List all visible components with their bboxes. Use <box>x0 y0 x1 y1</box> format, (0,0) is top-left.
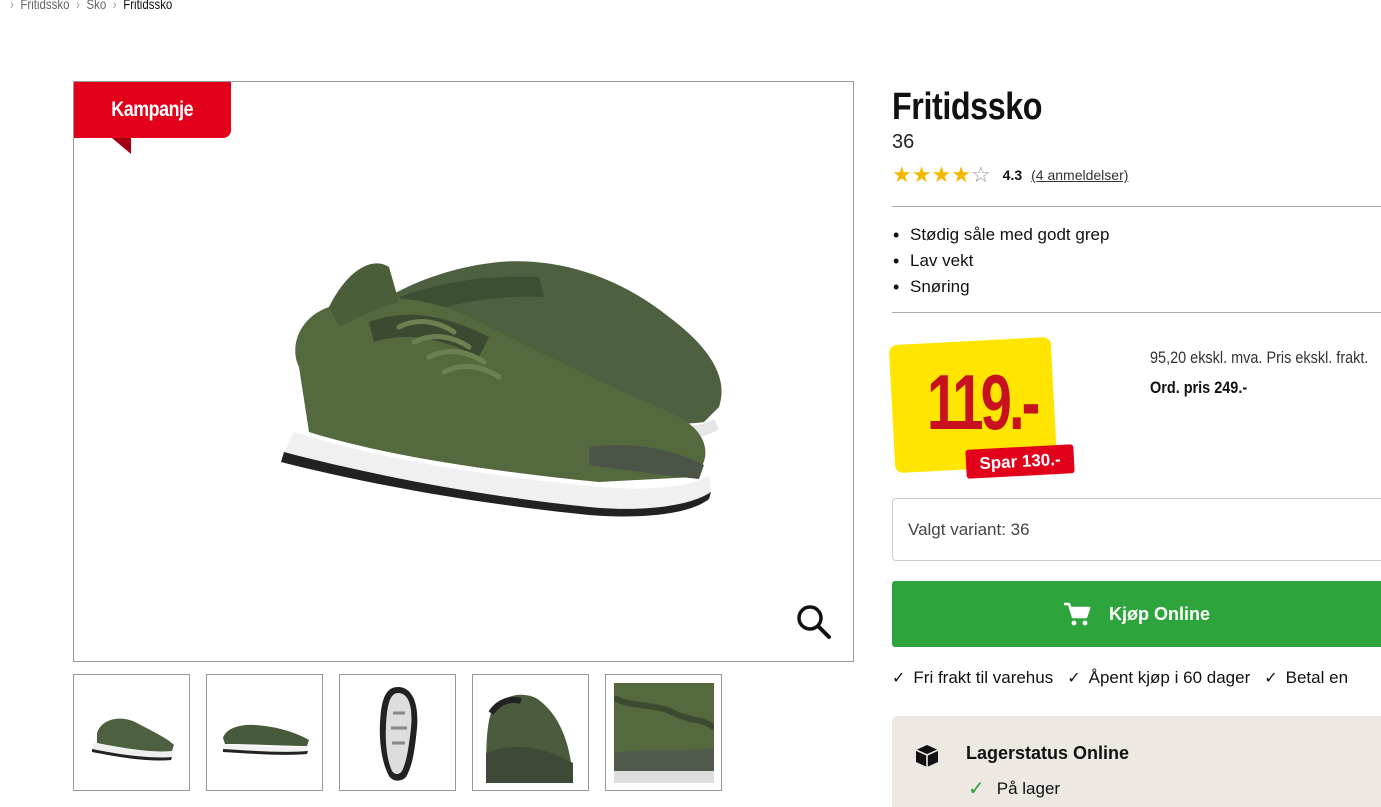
check-icon: ✓ <box>968 778 985 800</box>
check-icon: ✓ <box>892 670 906 687</box>
usp-label: Åpent kjøp i 60 dager <box>1088 668 1251 687</box>
divider <box>892 206 1381 207</box>
search-icon[interactable] <box>795 603 833 641</box>
campaign-badge-tail <box>112 138 131 154</box>
price-current: 119.- <box>927 358 1040 446</box>
buy-online-button[interactable]: Kjøp Online <box>892 581 1381 647</box>
rating-row: ★ ★ ★ ★ ☆ 4.3 (4 anmeldelser) <box>892 164 1381 186</box>
reviews-link[interactable]: (4 anmeldelser) <box>1031 167 1128 183</box>
feature-list: Stødig såle med godt grep Lav vekt Snøri… <box>893 222 1109 300</box>
feature-item: Lav vekt <box>893 248 1109 274</box>
thumbnail-4[interactable] <box>472 674 589 791</box>
star-empty-icon: ☆ <box>970 162 991 187</box>
breadcrumb-item-sko[interactable]: Sko <box>86 0 106 12</box>
usp-row: ✓ Fri frakt til varehus ✓ Åpent kjøp i 6… <box>892 668 1348 688</box>
breadcrumb-current: Fritidssko <box>123 0 173 12</box>
breadcrumb: › Fritidssko › Sko › Fritidssko <box>10 0 172 12</box>
usp-item: ✓ Betal en <box>1264 668 1348 688</box>
thumbnail-1[interactable] <box>73 674 190 791</box>
thumbnail-shoe-mesh-image <box>613 682 714 783</box>
cart-icon <box>1064 602 1091 626</box>
check-icon: ✓ <box>1067 670 1081 687</box>
usp-label: Fri frakt til varehus <box>913 668 1054 687</box>
star-full-icon: ★ <box>931 162 952 187</box>
stock-status-box: Lagerstatus Online ✓ På lager <box>892 716 1381 807</box>
star-full-icon: ★ <box>951 162 971 187</box>
thumbnail-shoe-sole-image <box>379 686 417 781</box>
divider <box>892 312 1381 313</box>
check-icon: ✓ <box>1264 670 1278 687</box>
price-ordinary: Ord. pris 249.- <box>1150 378 1248 397</box>
price-meta: 95,20 ekskl. mva. Pris ekskl. frakt. Ord… <box>1150 348 1368 398</box>
star-full-icon: ★ <box>911 162 932 187</box>
shoe-image <box>281 261 722 517</box>
breadcrumb-separator: › <box>76 0 80 12</box>
product-title: Fritidssko <box>892 86 1043 128</box>
thumbnail-shoe-heel-image <box>485 694 573 783</box>
variant-selector[interactable]: Valgt variant: 36 <box>892 498 1381 561</box>
campaign-badge: Kampanje <box>74 82 231 138</box>
usp-item: ✓ Fri frakt til varehus <box>892 668 1053 688</box>
usp-label: Betal en <box>1285 668 1349 687</box>
box-icon <box>915 745 939 767</box>
star-full-icon: ★ <box>892 162 912 187</box>
thumbnail-5[interactable] <box>605 674 722 791</box>
thumbnail-shoe-pair-image <box>91 718 174 761</box>
price-excl-vat: 95,20 ekskl. mva. Pris ekskl. frakt. <box>1150 348 1369 367</box>
breadcrumb-item-fritidssko[interactable]: Fritidssko <box>20 0 69 12</box>
stock-status-label: På lager <box>996 778 1061 798</box>
rating-value: 4.3 <box>1002 167 1023 183</box>
breadcrumb-separator: › <box>112 0 117 12</box>
buy-online-label: Kjøp Online <box>1109 603 1210 624</box>
stock-status: ✓ På lager <box>968 776 1060 801</box>
usp-item: ✓ Åpent kjøp i 60 dager <box>1067 668 1250 688</box>
rating-stars: ★ ★ ★ ★ ☆ <box>892 164 991 186</box>
save-badge: Spar 130.- <box>965 444 1075 479</box>
thumbnail-strip <box>73 674 722 791</box>
product-variant-size: 36 <box>892 131 915 153</box>
variant-selector-label: Valgt variant: 36 <box>908 519 1030 539</box>
thumbnail-shoe-side-image <box>222 724 309 755</box>
feature-item: Stødig såle med godt grep <box>893 222 1109 248</box>
product-info: Fritidssko 36 ★ ★ ★ ★ ☆ 4.3 (4 anmeldels… <box>892 86 1381 186</box>
breadcrumb-separator: › <box>10 0 14 12</box>
thumbnail-2[interactable] <box>206 674 323 791</box>
product-main-image[interactable]: Kampanje <box>73 81 854 662</box>
thumbnail-3[interactable] <box>339 674 456 791</box>
stock-status-title: Lagerstatus Online <box>966 743 1130 763</box>
feature-item: Snøring <box>893 274 1109 300</box>
